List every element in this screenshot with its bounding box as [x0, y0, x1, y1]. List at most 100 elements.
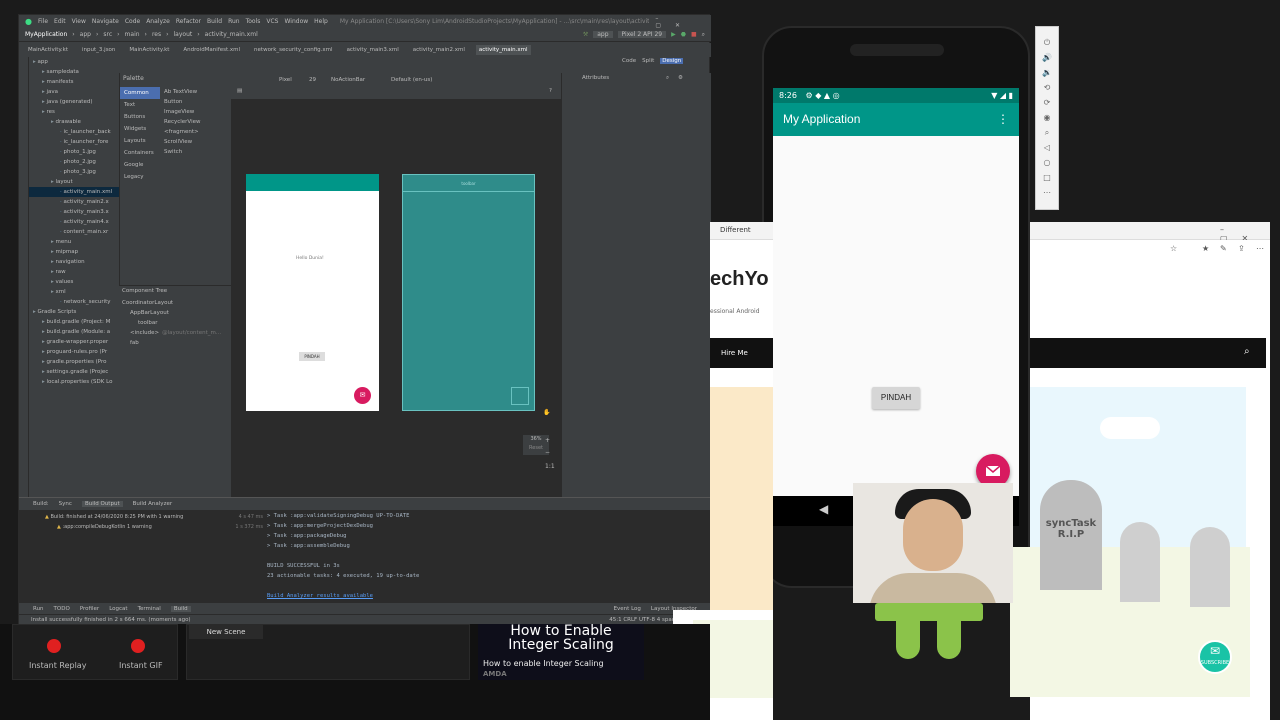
instant-gif-label[interactable]: Instant GIF — [119, 661, 163, 670]
breadcrumb-app[interactable]: app — [80, 31, 91, 38]
palette-cat-widgets[interactable]: Widgets — [120, 123, 160, 135]
project-tree-item[interactable]: · activity_main2.x — [29, 197, 119, 207]
palette-item-imageview[interactable]: ImageView — [162, 107, 201, 117]
component-tree-item[interactable]: toolbar — [122, 318, 221, 328]
menu-window[interactable]: Window — [285, 18, 309, 25]
menu-edit[interactable]: Edit — [54, 18, 66, 25]
device-select[interactable]: Pixel 2 API 29 — [617, 31, 667, 38]
menu-build[interactable]: Build — [207, 18, 222, 25]
tool-todo[interactable]: TODO — [54, 606, 70, 612]
palette-cat-containers[interactable]: Containers — [120, 147, 160, 159]
build-tab-output[interactable]: Build Output — [81, 501, 123, 507]
project-tree-item[interactable]: ▸ gradle-wrapper.proper — [29, 337, 119, 347]
component-tree-item[interactable]: AppBarLayout — [122, 308, 221, 318]
tool-logcat[interactable]: Logcat — [109, 606, 127, 612]
project-tree-item[interactable]: ▸ xml — [29, 287, 119, 297]
menu-help[interactable]: Help — [314, 18, 328, 25]
volume-up-icon[interactable]: 🔊 — [1036, 50, 1058, 65]
palette-item-scrollview[interactable]: ScrollView — [162, 137, 201, 147]
zoom-actual-icon[interactable]: 1:1 — [545, 463, 555, 470]
palette-cat-google[interactable]: Google — [120, 159, 160, 171]
nav-hire-me[interactable]: Hire Me — [710, 338, 773, 368]
project-tree-item[interactable]: ▸ values — [29, 277, 119, 287]
project-tree-item[interactable]: ▸ manifests — [29, 77, 119, 87]
replay-icon[interactable] — [47, 639, 61, 653]
settings-icon[interactable]: ⚙ — [678, 75, 683, 81]
menu-view[interactable]: View — [72, 18, 86, 25]
promo-card[interactable]: How to Enable Integer Scaling How to ena… — [478, 624, 644, 680]
favorites-icon[interactable]: ★ — [1202, 244, 1209, 253]
project-tree-item[interactable]: ▸ app — [29, 57, 119, 67]
project-tree-item[interactable]: ▸ Gradle Scripts — [29, 307, 119, 317]
project-tree-item[interactable]: ▸ menu — [29, 237, 119, 247]
build-result[interactable]: ▲ Build: finished at 24/06/2020 8:25 PM … — [45, 512, 263, 522]
run-icon[interactable]: ▶ — [671, 31, 676, 38]
menu-file[interactable]: File — [38, 18, 48, 25]
project-tree-item[interactable]: · activity_main4.x — [29, 217, 119, 227]
tool-profiler[interactable]: Profiler — [80, 606, 99, 612]
palette-cat-layouts[interactable]: Layouts — [120, 135, 160, 147]
subscribe-button[interactable]: ✉ SUBSCRIBE — [1198, 640, 1232, 674]
tool-build[interactable]: Build — [170, 605, 191, 612]
project-tree-item[interactable]: · activity_main3.x — [29, 207, 119, 217]
palette-cat-legacy[interactable]: Legacy — [120, 171, 160, 183]
run-config-select[interactable]: app — [593, 31, 613, 38]
search-attributes-icon[interactable]: ⌕ — [666, 75, 669, 82]
emulator-screen[interactable]: 8:26 ⚙ ◆ ▲ ◎ ▼ ◢ ▮ My Application ⋮ PIND… — [773, 88, 1019, 496]
debug-icon[interactable]: ⬣ — [681, 31, 686, 38]
component-tree-item[interactable]: CoordinatorLayout — [122, 298, 221, 308]
menu-navigate[interactable]: Navigate — [92, 18, 119, 25]
project-tree-item[interactable]: · network_security — [29, 297, 119, 307]
blueprint-preview[interactable]: toolbar — [402, 174, 535, 411]
project-tree-item[interactable]: · activity_main.xml — [29, 187, 119, 197]
zoom-icon[interactable]: ⌕ — [1036, 125, 1058, 140]
menu-run[interactable]: Run — [228, 18, 240, 25]
search-icon[interactable]: ⌕ — [702, 31, 705, 39]
palette-cat-buttons[interactable]: Buttons — [120, 111, 160, 123]
project-tree-item[interactable]: ▸ java (generated) — [29, 97, 119, 107]
build-tab-analyzer[interactable]: Build Analyzer — [133, 501, 173, 507]
scene-item[interactable]: New Scene — [189, 625, 263, 639]
star-icon[interactable]: ☆ — [1170, 244, 1177, 253]
zoom-in-icon[interactable]: + — [545, 437, 550, 444]
tab-network-config[interactable]: network_security_config.xml — [251, 45, 336, 55]
project-tree-item[interactable]: ▸ res — [29, 107, 119, 117]
tool-terminal[interactable]: Terminal — [138, 606, 161, 612]
camera-icon[interactable]: ◉ — [1036, 110, 1058, 125]
project-tree-item[interactable]: ▸ local.properties (SDK Lo — [29, 377, 119, 387]
palette-item-fragment[interactable]: <fragment> — [162, 127, 201, 137]
project-tree-item[interactable]: · photo_2.jpg — [29, 157, 119, 167]
tool-event-log[interactable]: Event Log — [614, 606, 641, 612]
tab-manifest[interactable]: AndroidManifest.xml — [180, 45, 243, 55]
project-tree-item[interactable]: ▸ gradle.properties (Pro — [29, 357, 119, 367]
breadcrumb-main[interactable]: main — [125, 31, 140, 38]
rotate-left-icon[interactable]: ⟲ — [1036, 80, 1058, 95]
project-tree-item[interactable]: · content_main.xr — [29, 227, 119, 237]
project-tree-item[interactable]: · ic_launcher_fore — [29, 137, 119, 147]
build-tab-sync[interactable]: Sync — [59, 501, 72, 507]
breadcrumb-layout[interactable]: layout — [174, 31, 193, 38]
project-tree-item[interactable]: ▸ raw — [29, 267, 119, 277]
menu-vcs[interactable]: VCS — [266, 18, 278, 25]
overflow-menu-icon[interactable]: ⋮ — [997, 103, 1009, 136]
menu-code[interactable]: Code — [125, 18, 140, 25]
split-mode-button[interactable]: Split — [642, 58, 654, 64]
project-tree-item[interactable]: ▸ build.gradle (Project: M — [29, 317, 119, 327]
breadcrumb-file[interactable]: activity_main.xml — [205, 31, 258, 38]
back-button-icon[interactable]: ◁ — [1036, 140, 1058, 155]
menu-icon[interactable]: ⋯ — [1256, 244, 1264, 253]
overview-icon[interactable]: □ — [1036, 170, 1058, 185]
tab-activity-main3[interactable]: activity_main3.xml — [344, 45, 402, 55]
code-mode-button[interactable]: Code — [622, 58, 636, 64]
project-tree-item[interactable]: ▸ drawable — [29, 117, 119, 127]
build-analyzer-link[interactable]: Build Analyzer results available — [267, 591, 683, 601]
menu-tools[interactable]: Tools — [246, 18, 261, 25]
api-dropdown[interactable]: 29 — [309, 77, 316, 83]
power-icon[interactable]: ⏻ — [1036, 35, 1058, 50]
rotate-right-icon[interactable]: ⟳ — [1036, 95, 1058, 110]
breadcrumb-project[interactable]: MyApplication — [25, 31, 67, 38]
stop-icon[interactable]: ■ — [691, 31, 697, 38]
breadcrumb-src[interactable]: src — [103, 31, 112, 38]
palette-cat-text[interactable]: Text — [120, 99, 160, 111]
site-search-icon[interactable]: ⌕ — [1244, 346, 1250, 357]
